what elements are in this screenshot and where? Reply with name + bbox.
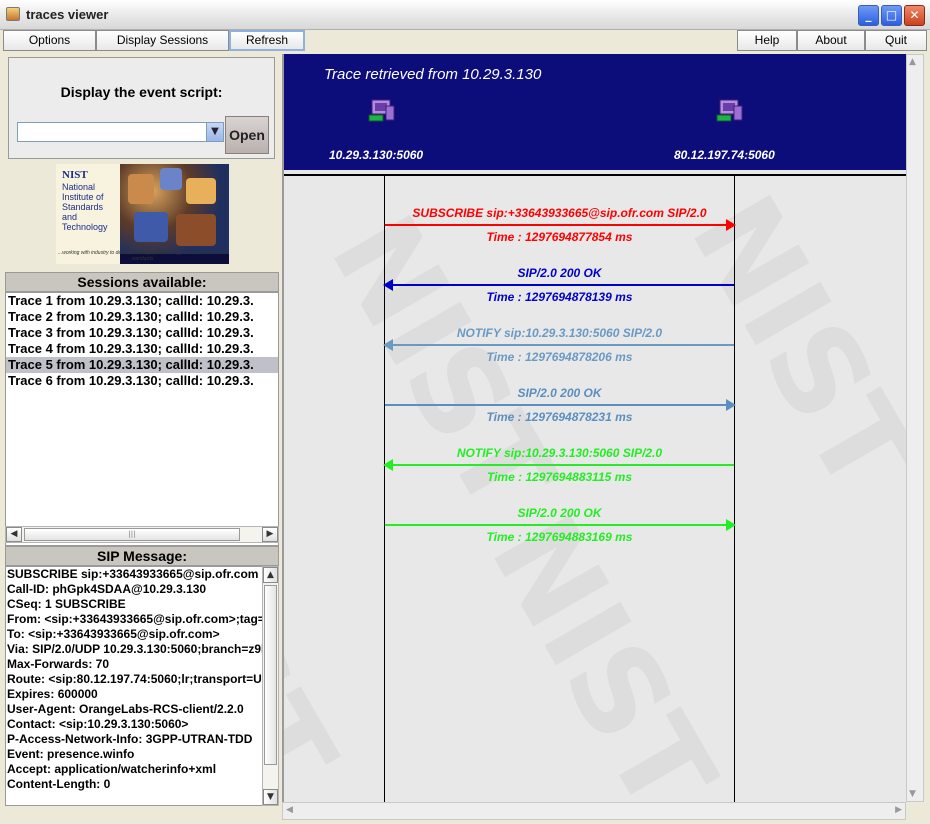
- chevron-down-icon[interactable]: ▼: [206, 123, 223, 141]
- session-item[interactable]: Trace 2 from 10.29.3.130; callId: 10.29.…: [6, 309, 278, 325]
- help-button[interactable]: Help: [737, 30, 797, 51]
- header-divider: [284, 174, 906, 176]
- title-bar: traces viewer _ □ ✕: [0, 0, 930, 30]
- trace-diagram: NIST NIST NIST NIST Trace retrieved from…: [282, 54, 906, 802]
- message-label[interactable]: NOTIFY sip:10.29.3.130:5060 SIP/2.0: [385, 446, 734, 460]
- quit-button[interactable]: Quit: [865, 30, 927, 51]
- message-label[interactable]: SIP/2.0 200 OK: [385, 266, 734, 280]
- host-label-server: 80.12.197.74:5060: [674, 148, 775, 162]
- scroll-down-icon[interactable]: ▼: [263, 789, 278, 805]
- lifeline-server: [734, 176, 735, 802]
- scroll-right-icon[interactable]: ▶: [895, 805, 902, 815]
- options-button[interactable]: Options: [3, 30, 96, 51]
- message-arrow[interactable]: [385, 519, 736, 531]
- session-item[interactable]: Trace 3 from 10.29.3.130; callId: 10.29.…: [6, 325, 278, 341]
- nist-logo: NIST National Institute of Standards and…: [56, 164, 229, 264]
- message-arrow[interactable]: [385, 219, 736, 231]
- event-script-select[interactable]: ▼: [17, 122, 224, 142]
- display-sessions-button[interactable]: Display Sessions: [96, 30, 229, 51]
- computer-icon: [368, 99, 395, 122]
- session-item[interactable]: Trace 4 from 10.29.3.130; callId: 10.29.…: [6, 341, 278, 357]
- logo-tagline: ...working with industry to develop and …: [58, 250, 227, 262]
- menu-bar: Options Display Sessions Refresh Help Ab…: [0, 30, 930, 52]
- scroll-up-icon[interactable]: ▲: [263, 567, 278, 583]
- computer-icon: [716, 99, 743, 122]
- message-time: Time : 1297694878139 ms: [486, 290, 633, 304]
- about-button[interactable]: About: [797, 30, 865, 51]
- scroll-thumb[interactable]: |||: [24, 528, 240, 541]
- sessions-heading: Sessions available:: [5, 272, 279, 292]
- left-panel: Display the event script: ▼ Open NIST Na…: [0, 52, 282, 824]
- scroll-up-icon[interactable]: ▲: [909, 57, 916, 67]
- scroll-left-icon[interactable]: ◀: [286, 805, 293, 815]
- event-script-box: Display the event script: ▼ Open: [8, 57, 275, 159]
- message-time: Time : 1297694877854 ms: [486, 230, 633, 244]
- refresh-button[interactable]: Refresh: [229, 30, 305, 51]
- event-script-label: Display the event script:: [60, 84, 223, 100]
- open-button[interactable]: Open: [225, 116, 269, 154]
- session-item[interactable]: Trace 6 from 10.29.3.130; callId: 10.29.…: [6, 373, 278, 389]
- sessions-hscrollbar[interactable]: ◀ ||| ▶: [5, 526, 279, 543]
- message-time: Time : 1297694878206 ms: [486, 350, 633, 364]
- minimize-button[interactable]: _: [858, 5, 879, 26]
- sip-message-heading: SIP Message:: [5, 546, 279, 566]
- java-app-icon: [6, 7, 20, 21]
- scroll-right-icon[interactable]: ▶: [262, 527, 278, 542]
- sip-message-text[interactable]: SUBSCRIBE sip:+33643933665@sip.ofr.com S…: [5, 566, 263, 806]
- scroll-down-icon[interactable]: ▼: [909, 789, 916, 799]
- scroll-thumb[interactable]: [264, 585, 277, 765]
- message-label[interactable]: NOTIFY sip:10.29.3.130:5060 SIP/2.0: [385, 326, 734, 340]
- nist-watermark: NIST: [282, 474, 361, 802]
- message-arrow[interactable]: [383, 279, 734, 291]
- session-item-selected[interactable]: Trace 5 from 10.29.3.130; callId: 10.29.…: [6, 357, 278, 373]
- trace-vscrollbar[interactable]: ▲ ▼: [906, 54, 924, 802]
- trace-hscrollbar[interactable]: ◀ ▶: [282, 802, 906, 820]
- logo-collage-image: [120, 164, 229, 254]
- message-time: Time : 1297694878231 ms: [486, 410, 633, 424]
- message-label[interactable]: SUBSCRIBE sip:+33643933665@sip.ofr.com S…: [385, 206, 734, 220]
- maximize-button[interactable]: □: [881, 5, 902, 26]
- message-label[interactable]: SIP/2.0 200 OK: [385, 386, 734, 400]
- sip-message-vscrollbar[interactable]: ▲ ▼: [262, 566, 279, 806]
- session-item[interactable]: Trace 1 from 10.29.3.130; callId: 10.29.…: [6, 293, 278, 309]
- close-button[interactable]: ✕: [904, 5, 925, 26]
- message-arrow[interactable]: [383, 339, 734, 351]
- trace-header: Trace retrieved from 10.29.3.130 10.29.3…: [284, 54, 906, 170]
- trace-title: Trace retrieved from 10.29.3.130: [324, 66, 542, 83]
- message-time: Time : 1297694883115 ms: [486, 470, 632, 484]
- message-time: Time : 1297694883169 ms: [486, 530, 633, 544]
- message-arrow[interactable]: [383, 459, 734, 471]
- window-title: traces viewer: [26, 7, 109, 22]
- logo-brand: NIST: [62, 169, 88, 181]
- sessions-list[interactable]: Trace 1 from 10.29.3.130; callId: 10.29.…: [5, 292, 279, 546]
- scroll-left-icon[interactable]: ◀: [6, 527, 22, 542]
- message-label[interactable]: SIP/2.0 200 OK: [385, 506, 734, 520]
- message-arrow[interactable]: [385, 399, 736, 411]
- host-label-client: 10.29.3.130:5060: [329, 148, 424, 162]
- logo-name: National Institute of Standards and Tech…: [62, 182, 108, 232]
